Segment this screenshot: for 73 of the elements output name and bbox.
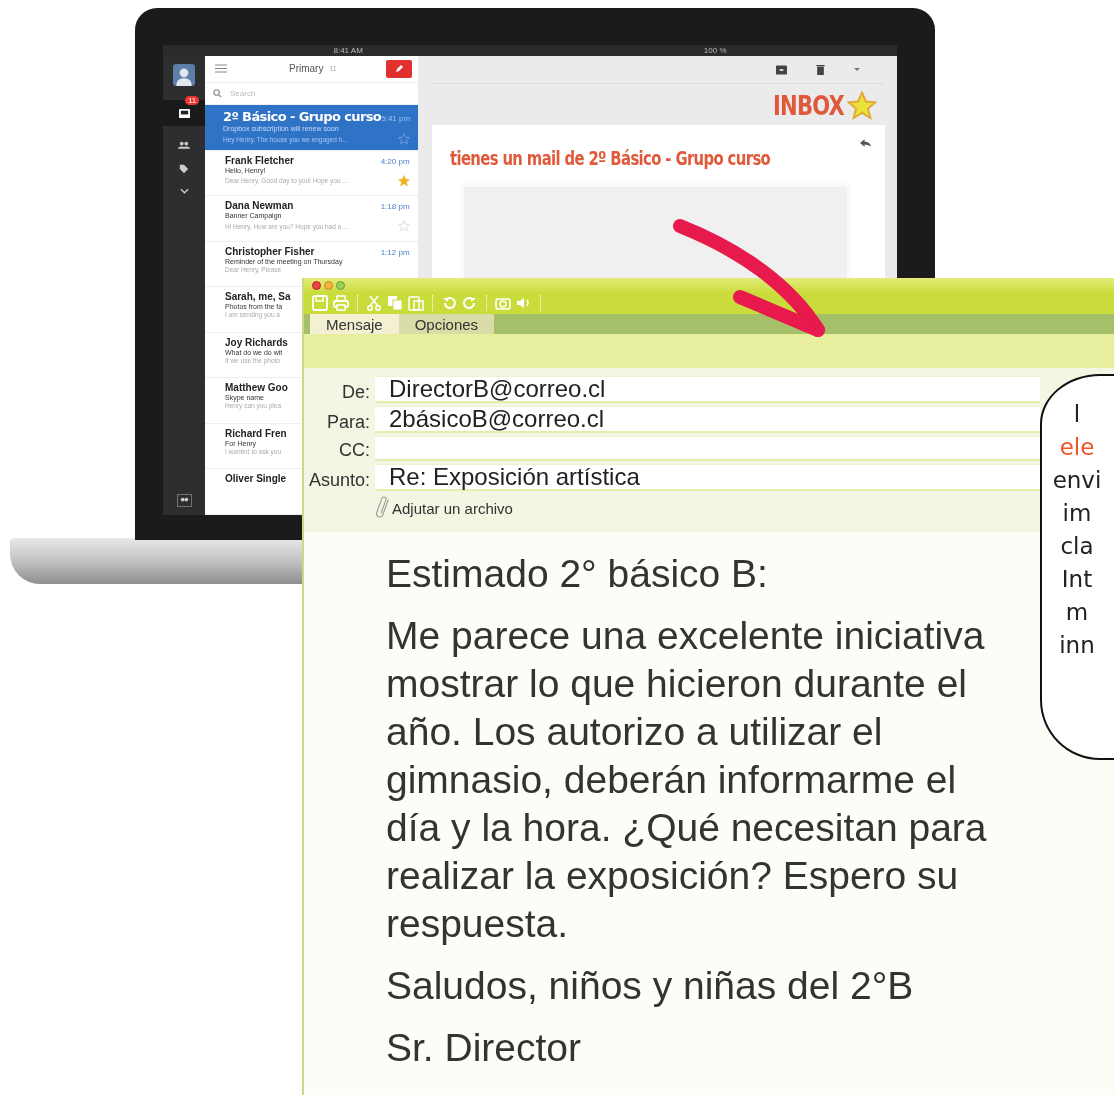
star-icon[interactable] <box>397 133 410 146</box>
attach-file-link[interactable]: Adjutar un archivo <box>392 499 513 517</box>
callout-text: l <box>1073 400 1081 429</box>
people-icon[interactable] <box>178 140 190 150</box>
tag-icon[interactable] <box>178 164 190 174</box>
input-field[interactable] <box>375 436 1040 461</box>
compose-button[interactable] <box>385 60 412 78</box>
tab[interactable]: Opciones <box>398 314 495 334</box>
battery-level: 100 % <box>703 46 727 55</box>
paste-icon[interactable] <box>408 295 424 311</box>
message-time: 4:20 pm <box>380 156 410 166</box>
sender-name[interactable]: Christopher Fisher <box>225 245 315 257</box>
callout-text: im <box>1062 499 1092 528</box>
input-field[interactable]: DirectorB@correo.cl <box>375 376 1040 403</box>
callout-text: cla <box>1060 532 1094 561</box>
body-paragraph: Saludos, niños y niñas del 2°B <box>386 963 915 1009</box>
search-icon <box>213 89 222 99</box>
speaker-icon[interactable] <box>516 295 532 311</box>
undo-icon[interactable] <box>441 295 457 311</box>
print-icon[interactable] <box>333 295 349 311</box>
body-paragraph: Me parece una excelente iniciativa mostrar lo que hicieron durante el año. Los autorizo a utilizar el gimnasio, deberán informarme el día y la hora. ¿Qué necesitan para realizar la exposición? Espero su respuesta. <box>386 613 988 947</box>
body-paragraph: Estimado 2° básico B: <box>386 551 769 597</box>
field-label: Para: <box>325 412 370 433</box>
tab[interactable]: Mensaje <box>310 314 399 334</box>
avatar-icon[interactable] <box>173 64 195 86</box>
folder-title: Primary <box>289 63 324 75</box>
callout-text: ele <box>1059 433 1095 462</box>
sender-name[interactable]: Frank Fletcher <box>225 154 294 166</box>
sender-name[interactable]: Richard Fren <box>225 427 287 439</box>
sender-name[interactable]: 2º Básico - Grupo curso <box>223 109 382 125</box>
save-icon[interactable] <box>312 295 328 311</box>
minimize-button[interactable] <box>324 280 333 290</box>
message-time: 1:12 pm <box>380 247 410 257</box>
field-label: Asunto: <box>307 470 370 491</box>
sender-name[interactable]: Joy Richards <box>225 336 288 348</box>
camera-icon[interactable] <box>495 295 511 311</box>
sender-name[interactable]: Dana Newman <box>225 200 294 212</box>
zoom-button[interactable] <box>336 280 345 290</box>
message-time: 5:41 pm <box>381 114 411 124</box>
inbox-icon[interactable] <box>177 107 191 119</box>
sender-name[interactable]: Oliver Single <box>225 473 287 485</box>
field-label: De: <box>341 382 370 403</box>
message-title: tienes un mail de 2º Básico - Grupo curso <box>449 147 770 169</box>
redo-icon[interactable] <box>462 295 478 311</box>
copy-icon[interactable] <box>387 295 403 311</box>
menu-icon[interactable] <box>215 64 227 74</box>
body-paragraph: Sr. Director <box>386 1025 583 1071</box>
star-icon[interactable] <box>397 174 410 187</box>
pencil-icon <box>393 64 404 74</box>
search-placeholder: Search <box>230 89 256 99</box>
caret-icon[interactable] <box>854 68 860 71</box>
trash-icon[interactable] <box>815 64 826 75</box>
sender-name[interactable]: Sarah, me, Sa <box>225 291 291 303</box>
input-field[interactable]: Re: Exposición artística <box>375 464 1040 491</box>
message-time: 1:18 pm <box>380 202 410 212</box>
callout-text: envi <box>1052 466 1102 495</box>
sender-name[interactable]: Matthew Goo <box>225 382 288 394</box>
field-label: CC: <box>338 440 370 461</box>
status-time: 8:41 AM <box>333 46 363 55</box>
chevron-icon[interactable] <box>179 188 189 194</box>
cut-icon[interactable] <box>366 295 382 311</box>
star-icon[interactable] <box>397 220 410 233</box>
contacts-icon[interactable] <box>176 494 192 507</box>
star-icon <box>847 90 877 121</box>
reply-icon[interactable] <box>860 139 871 147</box>
close-button[interactable] <box>312 280 321 290</box>
input-field[interactable]: 2básicoB@correo.cl <box>375 406 1040 433</box>
archive-icon[interactable] <box>776 64 787 75</box>
callout-text: inn <box>1059 631 1095 660</box>
unread-badge: 11 <box>185 96 200 105</box>
callout-text: Int <box>1061 565 1093 594</box>
inbox-heading: INBOX <box>773 90 844 121</box>
callout-text: m <box>1065 598 1089 627</box>
